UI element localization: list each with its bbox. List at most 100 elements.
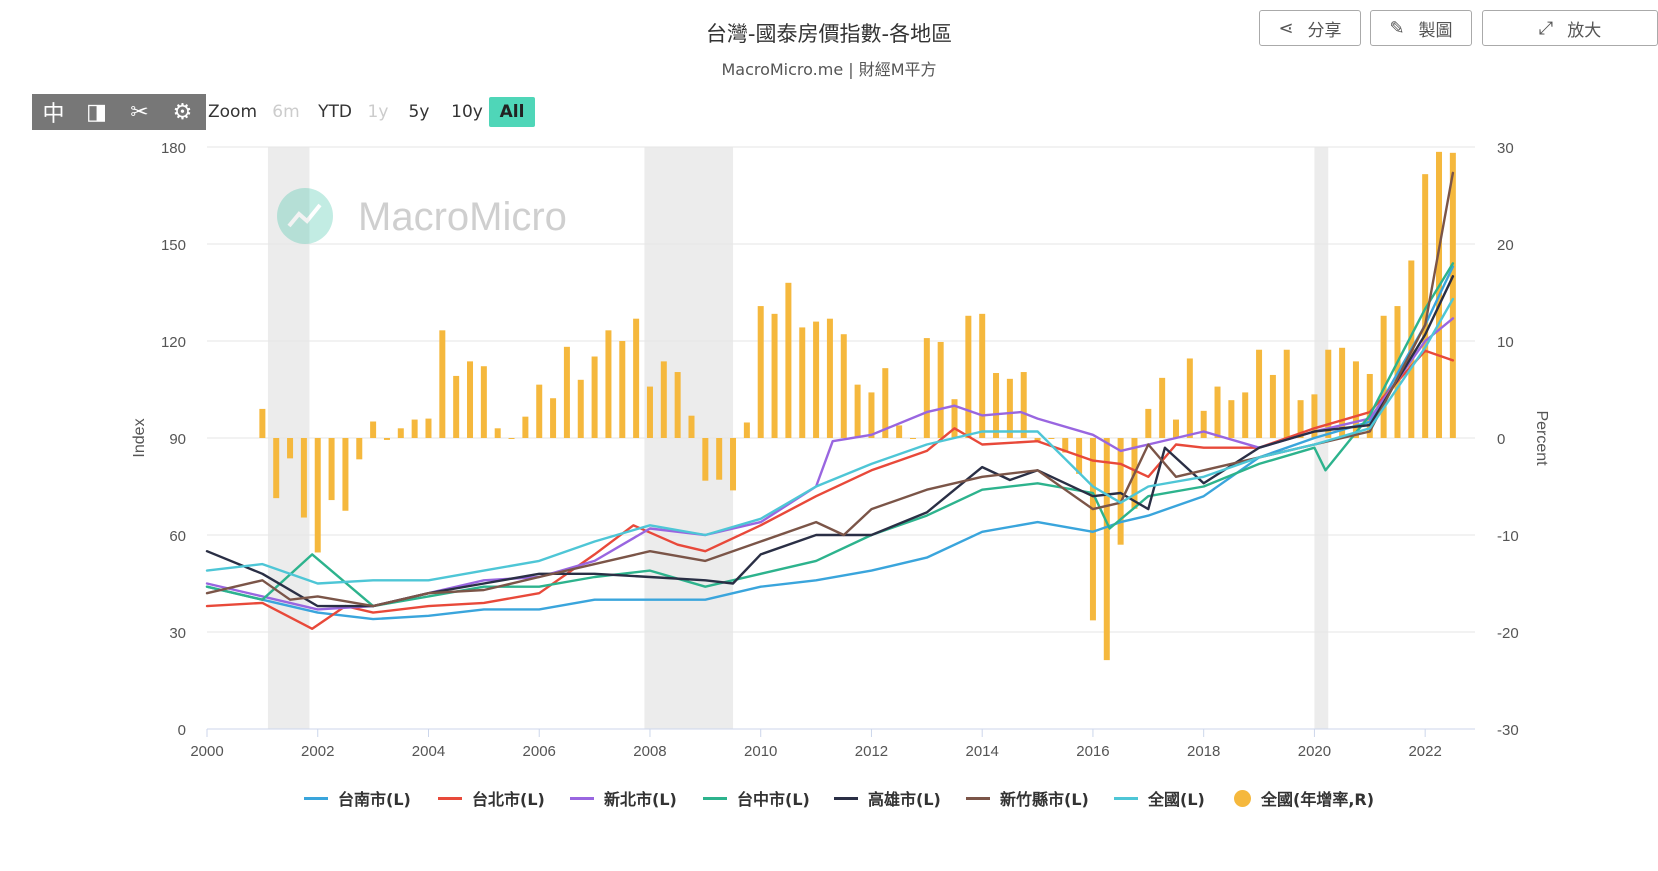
x-tick-label: 2020 [1298, 743, 1331, 760]
y-left-tick-label: 30 [169, 625, 186, 642]
bar-yoy [494, 428, 501, 438]
x-tick-label: 2000 [190, 743, 223, 760]
bar-yoy [1380, 315, 1387, 438]
bar-yoy [536, 384, 543, 438]
bar-yoy [674, 372, 681, 438]
legend-item-hsinchu[interactable]: 新竹縣市(L) [966, 784, 1089, 812]
legend-swatch [304, 796, 328, 800]
bar-yoy [965, 315, 972, 438]
bar-yoy [300, 438, 307, 518]
bar-yoy [1242, 392, 1249, 438]
y-left-tick-label: 180 [161, 140, 186, 157]
y-left-tick-label: 0 [178, 722, 186, 739]
bar-yoy [577, 379, 584, 438]
bar-yoy [1117, 438, 1124, 545]
bar-yoy [826, 318, 833, 438]
chart-canvas: MacroMicro 0 30 60 90 120 150 180 -30 -20 -10 0 10 2… [131, 140, 1550, 760]
y-right-tick-label: 0 [1497, 431, 1505, 448]
bar-yoy [522, 416, 529, 438]
bar-yoy [1048, 438, 1055, 439]
bar-yoy [259, 408, 266, 438]
legend-label: 全國(L) [1148, 790, 1205, 809]
bar-yoy [411, 419, 418, 438]
bar-yoy [1172, 419, 1179, 438]
bar-yoy [702, 438, 709, 481]
bar-yoy [591, 356, 598, 438]
bar-yoy [314, 438, 321, 553]
x-tick-label: 2016 [1076, 743, 1109, 760]
bar-yoy [743, 422, 750, 438]
bar-yoy [688, 415, 695, 438]
bar-yoy [799, 327, 806, 438]
y-right-tick-label: -10 [1497, 528, 1519, 545]
x-tick-label: 2006 [523, 743, 556, 760]
bar-yoy [273, 438, 280, 499]
legend-swatch [570, 796, 594, 800]
bar-yoy [840, 334, 847, 438]
bar-yoy [716, 438, 723, 480]
bar-yoy [383, 438, 390, 440]
legend-swatch [703, 796, 727, 800]
legend-label: 台中市(L) [737, 790, 810, 809]
bar-yoy [1089, 438, 1096, 621]
legend: 台南市(L) 台北市(L) 新北市(L) 台中市(L) 高雄市(L) 新竹縣市(… [0, 784, 1658, 812]
bar-yoy [633, 318, 640, 438]
legend-label: 高雄市(L) [868, 790, 941, 809]
y-right-tick-label: -30 [1497, 722, 1519, 739]
x-tick-label: 2022 [1408, 743, 1441, 760]
bar-yoy [813, 321, 820, 438]
legend-item-tainan[interactable]: 台南市(L) [304, 784, 411, 812]
legend-item-new-taipei[interactable]: 新北市(L) [570, 784, 677, 812]
bar-yoy [1006, 378, 1013, 438]
x-tick-label: 2008 [633, 743, 666, 760]
y-right-axis-title: Percent [1533, 410, 1550, 466]
bar-yoy [619, 341, 626, 438]
bar-yoy [508, 438, 515, 439]
bar-yoy [646, 386, 653, 438]
bar-yoy [287, 438, 294, 459]
bar-yoy [854, 384, 861, 438]
legend-item-kaohsiung[interactable]: 高雄市(L) [834, 784, 941, 812]
watermark: MacroMicro [277, 188, 567, 244]
watermark-text: MacroMicro [358, 195, 567, 239]
watermark-logo-icon [277, 188, 333, 244]
bar-yoy [563, 346, 570, 438]
y-left-tick-label: 60 [169, 528, 186, 545]
bar-yoy [1145, 408, 1152, 438]
bar-yoy [356, 438, 363, 460]
legend-swatch [438, 796, 462, 800]
bar-yoy [1159, 377, 1166, 438]
y-right-tick-label: 10 [1497, 334, 1514, 351]
bar-yoy [937, 341, 944, 438]
x-tick-label: 2010 [744, 743, 777, 760]
y-left-tick-label: 120 [161, 334, 186, 351]
bar-yoy [453, 375, 460, 438]
bar-yoy [342, 438, 349, 511]
bar-yoy [1256, 349, 1263, 438]
legend-swatch [966, 796, 990, 800]
bar-yoy [771, 313, 778, 438]
bar-yoy [1449, 152, 1456, 438]
bar-yoy [328, 438, 335, 501]
y-left-axis-title: Index [131, 418, 148, 457]
legend-item-national[interactable]: 全國(L) [1114, 784, 1205, 812]
bar-yoy [370, 421, 377, 438]
bar-yoy [979, 313, 986, 438]
bar-yoy [730, 438, 737, 491]
bar-yoy [550, 398, 557, 438]
y-left-tick-label: 90 [169, 431, 186, 448]
legend-item-taipei[interactable]: 台北市(L) [438, 784, 545, 812]
bar-yoy [1228, 400, 1235, 438]
x-tick-label: 2004 [412, 743, 445, 760]
legend-item-taichung[interactable]: 台中市(L) [703, 784, 810, 812]
legend-swatch [1114, 796, 1138, 800]
legend-item-national-yoy[interactable]: 全國(年增率,R) [1234, 784, 1374, 812]
bar-yoy [1283, 349, 1290, 438]
bar-yoy [1214, 386, 1221, 438]
y-right-tick-label: -20 [1497, 625, 1519, 642]
legend-label: 台南市(L) [338, 790, 411, 809]
bar-yoy [480, 366, 487, 438]
bar-yoy [425, 418, 432, 438]
x-tick-label: 2002 [301, 743, 334, 760]
bar-yoy [660, 361, 667, 438]
